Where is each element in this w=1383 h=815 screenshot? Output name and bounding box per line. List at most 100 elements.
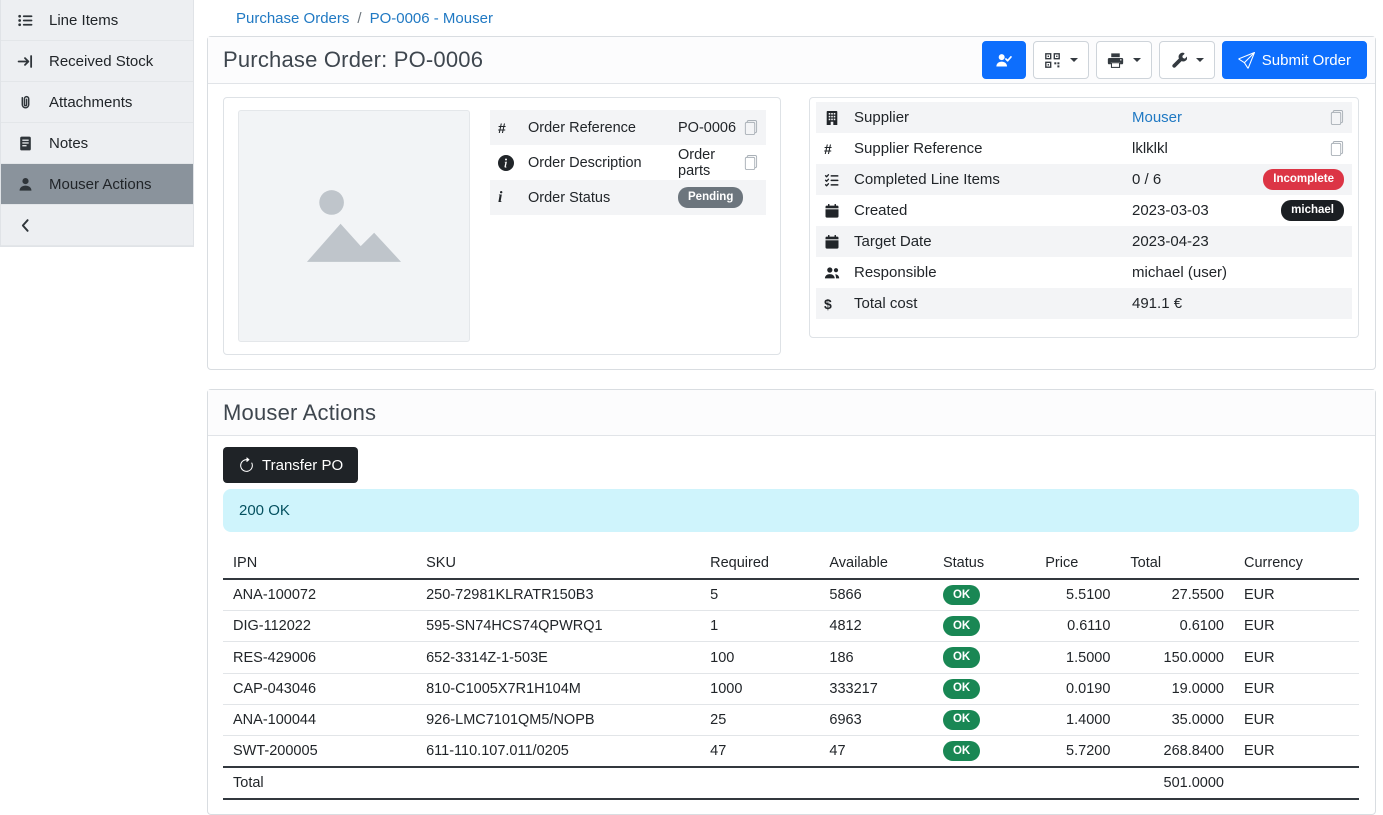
sidebar-item-attachments[interactable]: Attachments [1,82,193,123]
cell-available: 6963 [819,704,933,735]
cell-price: 5.5100 [1035,579,1120,611]
cell-currency: EUR [1234,642,1359,673]
cell-required: 25 [700,704,819,735]
sidebar-collapse-button[interactable] [1,205,193,246]
caret-down-icon [1070,58,1078,62]
column-header-currency: Currency [1234,551,1359,579]
mouser-actions-body: Transfer PO 200 OK IPN SKU Required Avai… [208,436,1375,814]
column-header-status: Status [933,551,1035,579]
column-header-ipn: IPN [223,551,416,579]
cell-sku: 595-SN74HCS74QPWRQ1 [416,611,700,642]
cell-sku: 652-3314Z-1-503E [416,642,700,673]
incomplete-badge: Incomplete [1263,169,1344,189]
field-label: Total cost [854,295,1132,312]
field-label: Completed Line Items [854,171,1132,188]
sidebar-list: Line Items Received Stock Attachments No… [0,0,194,247]
sidebar-item-received-stock[interactable]: Received Stock [1,41,193,82]
submit-order-label: Submit Order [1262,52,1351,69]
parts-table: IPN SKU Required Available Status Price … [223,551,1359,800]
field-value: 491.1 € [1132,295,1344,312]
copy-icon[interactable] [1329,110,1344,125]
copy-icon[interactable] [1329,141,1344,156]
cell-sku: 810-C1005X7R1H104M [416,673,700,704]
cell-status: OK [933,673,1035,704]
purchase-order-panel-header: Purchase Order: PO-0006 [208,37,1375,84]
footer-currency-spacer [1234,767,1359,799]
supplier-row: Supplier Mouser [816,102,1352,133]
sidebar-item-label: Mouser Actions [49,176,152,193]
user-check-icon [995,52,1012,69]
cell-status: OK [933,579,1035,611]
submit-order-button[interactable]: Submit Order [1222,41,1367,79]
cell-price: 0.0190 [1035,673,1120,704]
sidebar-item-mouser-actions[interactable]: Mouser Actions [1,164,193,205]
cell-price: 5.7200 [1035,736,1120,768]
order-summary-card: # Order Reference PO-0006 Order Descri [223,97,781,355]
table-row: ANA-100044926-LMC7101QM5/NOPB256963OK1.4… [223,704,1359,735]
info-circle-icon [498,155,528,171]
field-value: PO-0006 [678,120,743,136]
mouser-actions-panel-header: Mouser Actions [208,390,1375,436]
user-icon [17,176,35,193]
mouser-actions-panel: Mouser Actions Transfer PO 200 OK [207,389,1376,815]
supplier-reference-row: # Supplier Reference lklklkl [816,133,1352,164]
cell-currency: EUR [1234,704,1359,735]
column-header-sku: SKU [416,551,700,579]
table-row: SWT-200005611-110.107.011/02054747OK5.72… [223,736,1359,768]
print-actions-button[interactable] [1096,41,1152,79]
cell-total: 150.0000 [1120,642,1234,673]
breadcrumb-link-current[interactable]: PO-0006 - Mouser [370,10,493,27]
mouser-actions-title: Mouser Actions [223,400,376,426]
cell-required: 100 [700,642,819,673]
field-label: Order Status [528,190,678,206]
cell-ipn: CAP-043046 [223,673,416,704]
field-label: Order Reference [528,120,678,136]
transfer-po-button[interactable]: Transfer PO [223,447,358,483]
column-header-required: Required [700,551,819,579]
qr-code-icon [1044,52,1061,69]
main-content: Purchase Orders / PO-0006 - Mouser Purch… [194,0,1383,794]
admin-button[interactable] [982,41,1026,79]
cell-sku: 250-72981KLRATR150B3 [416,579,700,611]
column-header-price: Price [1035,551,1120,579]
app-root: Line Items Received Stock Attachments No… [0,0,1383,794]
created-row: Created 2023-03-03 michael [816,195,1352,226]
supplier-link[interactable]: Mouser [1132,109,1182,126]
breadcrumb-link-purchase-orders[interactable]: Purchase Orders [236,10,349,27]
order-actions-button[interactable] [1159,41,1215,79]
responsible-row: Responsible michael (user) [816,257,1352,288]
order-image-placeholder[interactable] [238,110,470,342]
copy-icon[interactable] [743,155,758,170]
cell-sku: 611-110.107.011/0205 [416,736,700,768]
field-label: Target Date [854,233,1132,250]
sidebar-item-line-items[interactable]: Line Items [1,0,193,41]
cell-required: 5 [700,579,819,611]
cell-ipn: RES-429006 [223,642,416,673]
table-row: RES-429006652-3314Z-1-503E100186OK1.5000… [223,642,1359,673]
barcode-actions-button[interactable] [1033,41,1089,79]
list-icon [17,12,35,29]
cell-price: 1.5000 [1035,642,1120,673]
field-label: Supplier Reference [854,140,1132,157]
dollar-icon: $ [824,296,854,312]
breadcrumb: Purchase Orders / PO-0006 - Mouser [207,8,1376,36]
footer-spacer [416,767,1120,799]
sidebar-item-notes[interactable]: Notes [1,123,193,164]
users-icon [824,265,854,281]
field-value: 0 / 6 [1132,171,1263,188]
purchase-order-panel: Purchase Order: PO-0006 [207,36,1376,370]
field-label: Order Description [528,155,678,171]
cell-required: 1000 [700,673,819,704]
cell-currency: EUR [1234,673,1359,704]
hash-icon: # [498,120,528,136]
cell-ipn: ANA-100072 [223,579,416,611]
table-row: CAP-043046810-C1005X7R1H104M1000333217OK… [223,673,1359,704]
parts-table-header-row: IPN SKU Required Available Status Price … [223,551,1359,579]
caret-down-icon [1133,58,1141,62]
copy-icon[interactable] [743,120,758,135]
order-description-row: Order Description Order parts [490,145,766,180]
status-ok-badge: OK [943,647,980,667]
status-ok-badge: OK [943,710,980,730]
order-status-row: i Order Status Pending [490,180,766,215]
transfer-po-label: Transfer PO [262,457,343,474]
